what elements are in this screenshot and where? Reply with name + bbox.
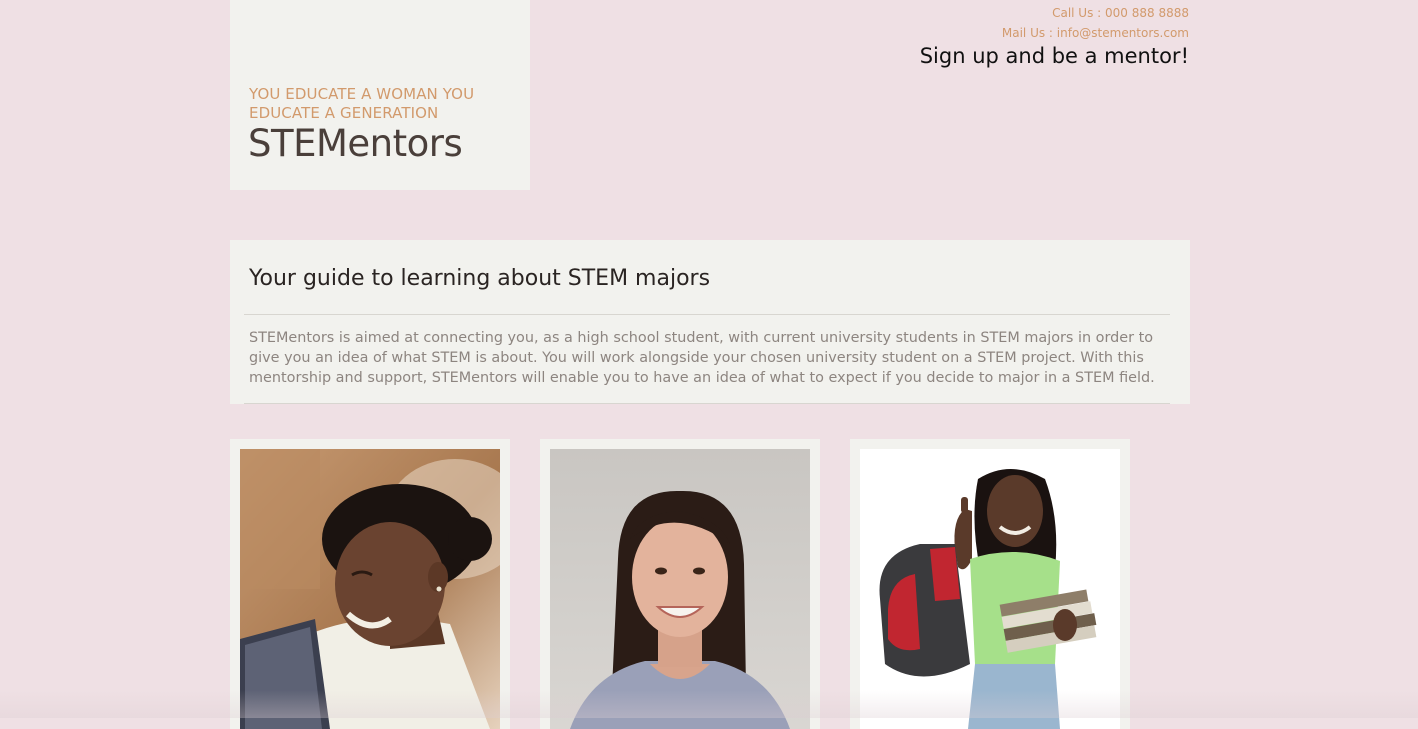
photo-card[interactable] (850, 439, 1130, 729)
photo-card[interactable] (540, 439, 820, 729)
intro-panel: Your guide to learning about STEM majors… (230, 240, 1190, 404)
intro-title: Your guide to learning about STEM majors (249, 266, 711, 291)
phone-text: Call Us : 000 888 8888 (1052, 6, 1189, 20)
divider (244, 314, 1170, 315)
student-thumbs-up-photo (860, 449, 1120, 729)
intro-body: STEMentors is aimed at connecting you, a… (249, 330, 1155, 386)
logo-block[interactable]: YOU EDUCATE A WOMAN YOU EDUCATE A GENERA… (230, 0, 530, 190)
photo-card[interactable] (230, 439, 510, 729)
signup-mentor-link[interactable]: Sign up and be a mentor! (920, 43, 1189, 69)
smiling-woman-portrait-photo (550, 449, 810, 729)
site-name[interactable]: STEMentors (248, 122, 463, 166)
page: YOU EDUCATE A WOMAN YOU EDUCATE A GENERA… (0, 0, 1418, 729)
divider (244, 403, 1170, 404)
tagline: YOU EDUCATE A WOMAN YOU EDUCATE A GENERA… (249, 85, 475, 122)
woman-at-laptop-photo (240, 449, 500, 729)
mail-link[interactable]: Mail Us : info@stementors.com (920, 23, 1189, 43)
contact-info: Call Us : 000 888 8888 Mail Us : info@st… (920, 3, 1189, 69)
